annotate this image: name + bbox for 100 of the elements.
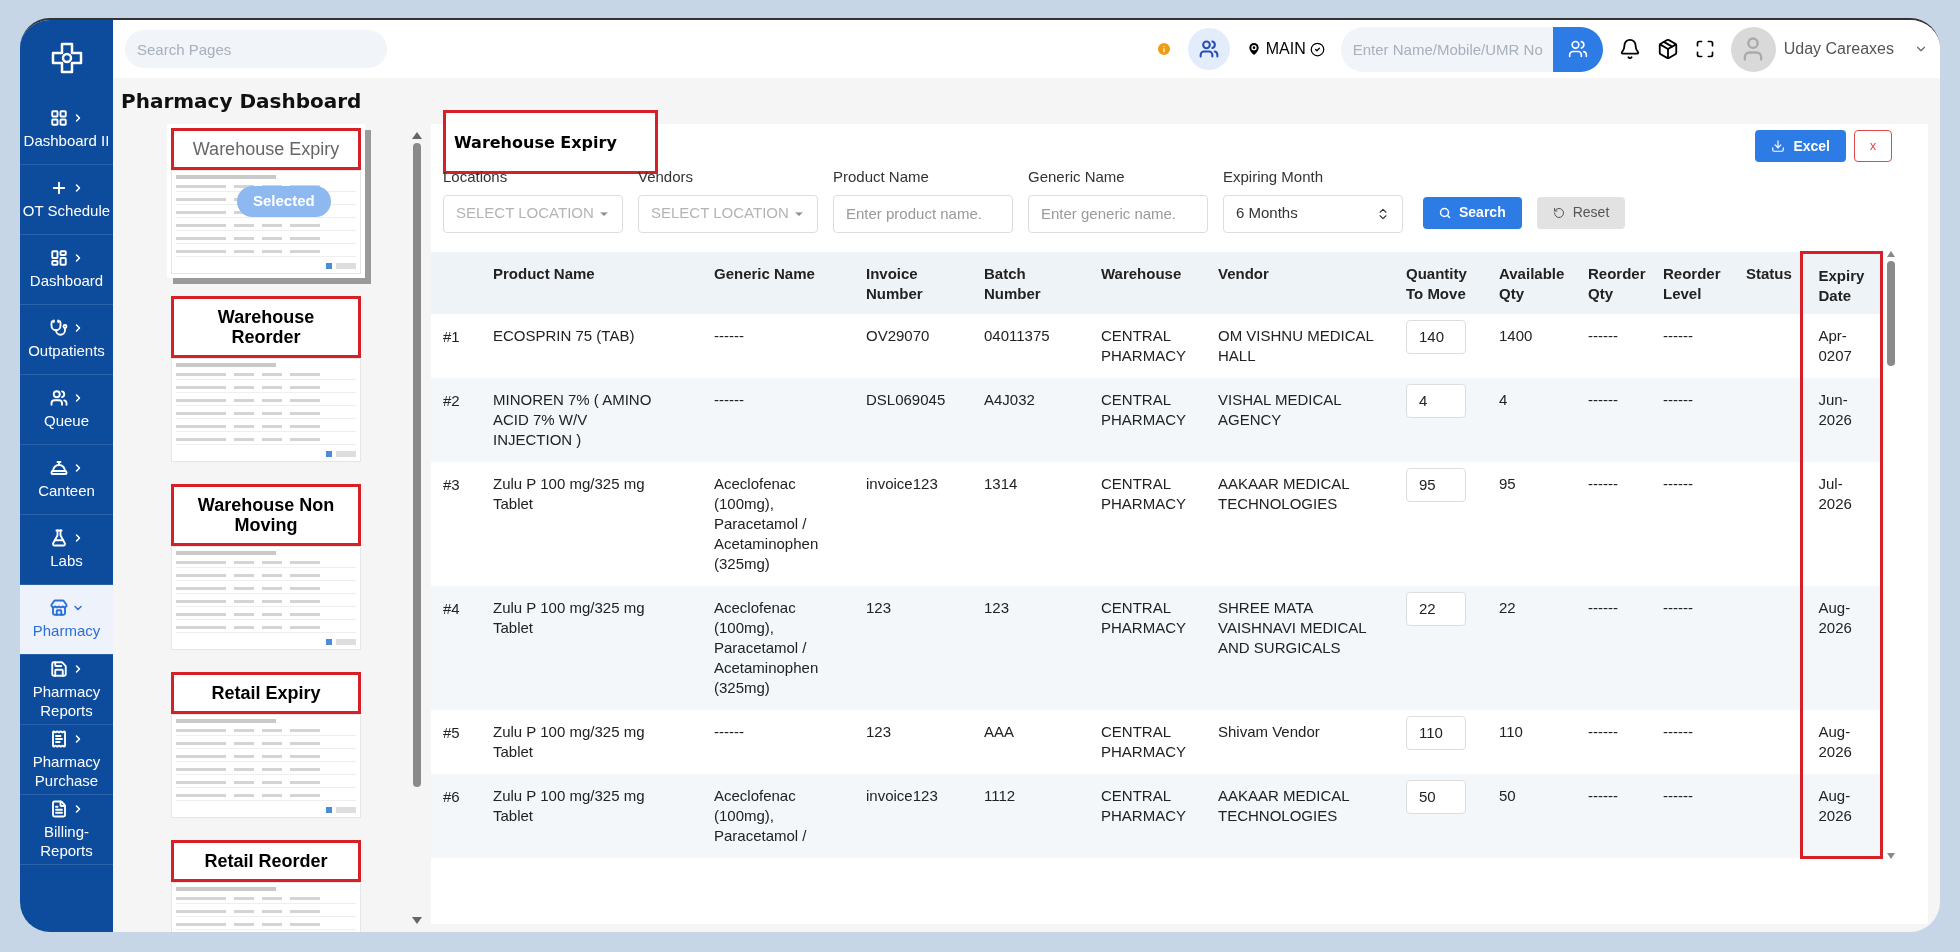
table-cell: AAA — [974, 709, 1091, 774]
table-cell: 95 — [1489, 461, 1578, 586]
user-name[interactable]: Uday Careaxes — [1783, 37, 1894, 61]
table-cell: ------ — [1653, 313, 1736, 378]
table-cell: 1314 — [974, 461, 1091, 586]
sidebar-item[interactable]: Queue — [20, 375, 113, 445]
quantity-field[interactable]: 4 — [1406, 383, 1466, 418]
table-cell: invoice123 — [856, 773, 974, 858]
table-cell: Shivam Vendor — [1208, 709, 1396, 774]
row-number: #4 — [431, 585, 478, 710]
menu-icon — [49, 109, 68, 127]
table-cell: DSL069045 — [856, 377, 974, 462]
patients-search-button[interactable] — [1552, 26, 1603, 72]
month-select[interactable]: 6 Months — [1223, 194, 1403, 233]
quantity-field[interactable]: 140 — [1406, 319, 1466, 354]
table-cell: Zulu P 100 mg/325 mg Tablet — [478, 709, 704, 774]
table-cell: 04011375 — [974, 313, 1091, 378]
menu-icon — [49, 529, 68, 547]
report-card[interactable]: Warehouse Reorder — [167, 292, 365, 466]
quantity-field[interactable]: 110 — [1406, 715, 1466, 750]
bell-icon[interactable] — [1618, 38, 1641, 60]
search-button[interactable]: Search — [1423, 196, 1522, 229]
search-field[interactable]: Search Pages — [125, 30, 387, 68]
table-cell: ------ — [1578, 377, 1653, 462]
table-cell: MINOREN 7% ( AMINO ACID 7% W/V INJECTION ) — [478, 377, 704, 462]
column-header: Warehouse — [1091, 252, 1208, 314]
table-cell: ------ — [1653, 709, 1736, 774]
table-cell: AAKAAR MEDICAL TECHNOLOGIES — [1208, 461, 1396, 586]
sidebar-item[interactable]: Dashboard — [20, 235, 113, 305]
row-number: #6 — [431, 773, 478, 858]
menu-icon — [49, 799, 68, 818]
table-cell: Aceclofenac (100mg), Paracetamol / — [704, 773, 856, 858]
excel-button[interactable]: Excel — [1755, 130, 1846, 162]
report-card[interactable]: Warehouse Non Moving — [167, 480, 365, 654]
sidebar-item[interactable]: Pharmacy Reports — [20, 655, 113, 725]
sidebar-item[interactable]: Billing-Reports — [20, 795, 113, 865]
table-cell: CENTRAL PHARMACY — [1091, 377, 1208, 462]
table-cell: AAKAAR MEDICAL TECHNOLOGIES — [1208, 773, 1396, 858]
table-cell: ------ — [1578, 461, 1653, 586]
table-cell: Zulu P 100 mg/325 mg Tablet — [478, 585, 704, 710]
quantity-field[interactable]: 22 — [1406, 591, 1466, 626]
report-title: Warehouse Reorder — [171, 296, 361, 358]
sidebar-item[interactable]: OT Schedule — [20, 165, 113, 235]
table-cell: 4 — [1489, 377, 1578, 462]
table-cell: 50 — [1489, 773, 1578, 858]
text-field[interactable]: Enter generic name. — [1028, 194, 1208, 233]
location-label[interactable]: MAIN — [1265, 37, 1306, 61]
table-cell: 110 — [1489, 709, 1578, 774]
text-field[interactable]: Enter product name. — [833, 194, 1013, 233]
column-header: Product Name — [478, 252, 704, 314]
close-button[interactable]: x — [1854, 130, 1892, 162]
people-icon[interactable] — [1187, 28, 1230, 70]
sidebar-item[interactable]: Pharmacy Purchase — [20, 725, 113, 795]
menu-icon — [49, 659, 68, 678]
scrollbar[interactable] — [411, 132, 423, 924]
quantity-field[interactable]: 50 — [1406, 779, 1466, 814]
logo-icon — [49, 40, 84, 75]
table-cell: CENTRAL PHARMACY — [1091, 585, 1208, 710]
menu-icon — [49, 459, 68, 477]
table-cell: 123 — [974, 585, 1091, 710]
reset-icon — [1552, 206, 1565, 219]
row-number: #5 — [431, 709, 478, 774]
fullscreen-icon[interactable] — [1694, 39, 1715, 59]
menu-icon — [49, 729, 68, 748]
report-card[interactable]: Retail Expiry — [167, 668, 365, 822]
sidebar-item[interactable]: Canteen — [20, 445, 113, 515]
table-cell: Zulu P 100 mg/325 mg Tablet — [478, 461, 704, 586]
report-title: Warehouse Expiry — [171, 128, 361, 170]
table-cell: CENTRAL PHARMACY — [1091, 461, 1208, 586]
row-number: #1 — [431, 313, 478, 378]
reset-button[interactable]: Reset — [1536, 196, 1626, 229]
patient-search-field[interactable]: Enter Name/Mobile/UMR No — [1340, 26, 1553, 72]
table-cell: ------ — [1578, 709, 1653, 774]
download-icon — [1771, 139, 1786, 153]
scrollbar[interactable] — [1884, 250, 1897, 859]
page-title: Pharmacy Dashboard — [121, 88, 363, 115]
table-cell: A4J032 — [974, 377, 1091, 462]
search-icon — [1439, 206, 1451, 219]
table-cell: Aceclofenac (100mg), Paracetamol / Acetaminophen (325mg) — [704, 461, 856, 586]
row-number: #3 — [431, 461, 478, 586]
table-cell: ECOSPRIN 75 (TAB) — [478, 313, 704, 378]
column-header: Status — [1736, 252, 1801, 314]
sidebar-item[interactable]: Outpatients — [20, 305, 113, 375]
sidebar-item[interactable]: Dashboard II — [20, 95, 113, 165]
check-circle-icon[interactable] — [1309, 41, 1325, 57]
table-cell: CENTRAL PHARMACY — [1091, 709, 1208, 774]
table-cell: VISHAL MEDICAL AGENCY — [1208, 377, 1396, 462]
table-cell: 22 — [1489, 585, 1578, 710]
table-cell: Zulu P 100 mg/325 mg Tablet — [478, 773, 704, 858]
table-cell: OV29070 — [856, 313, 974, 378]
table-cell: ------ — [704, 313, 856, 378]
menu-icon — [49, 319, 68, 337]
report-card[interactable]: Retail Reorder — [167, 836, 365, 932]
column-header: Batch Number — [974, 252, 1091, 314]
table-cell: ------ — [1653, 461, 1736, 586]
table-cell: ------ — [1653, 773, 1736, 858]
filter-label: Generic Name — [1028, 167, 1126, 187]
quantity-field[interactable]: 95 — [1406, 467, 1466, 502]
table-cell: ------ — [704, 377, 856, 462]
sidebar-item[interactable]: Pharmacy — [20, 585, 113, 655]
